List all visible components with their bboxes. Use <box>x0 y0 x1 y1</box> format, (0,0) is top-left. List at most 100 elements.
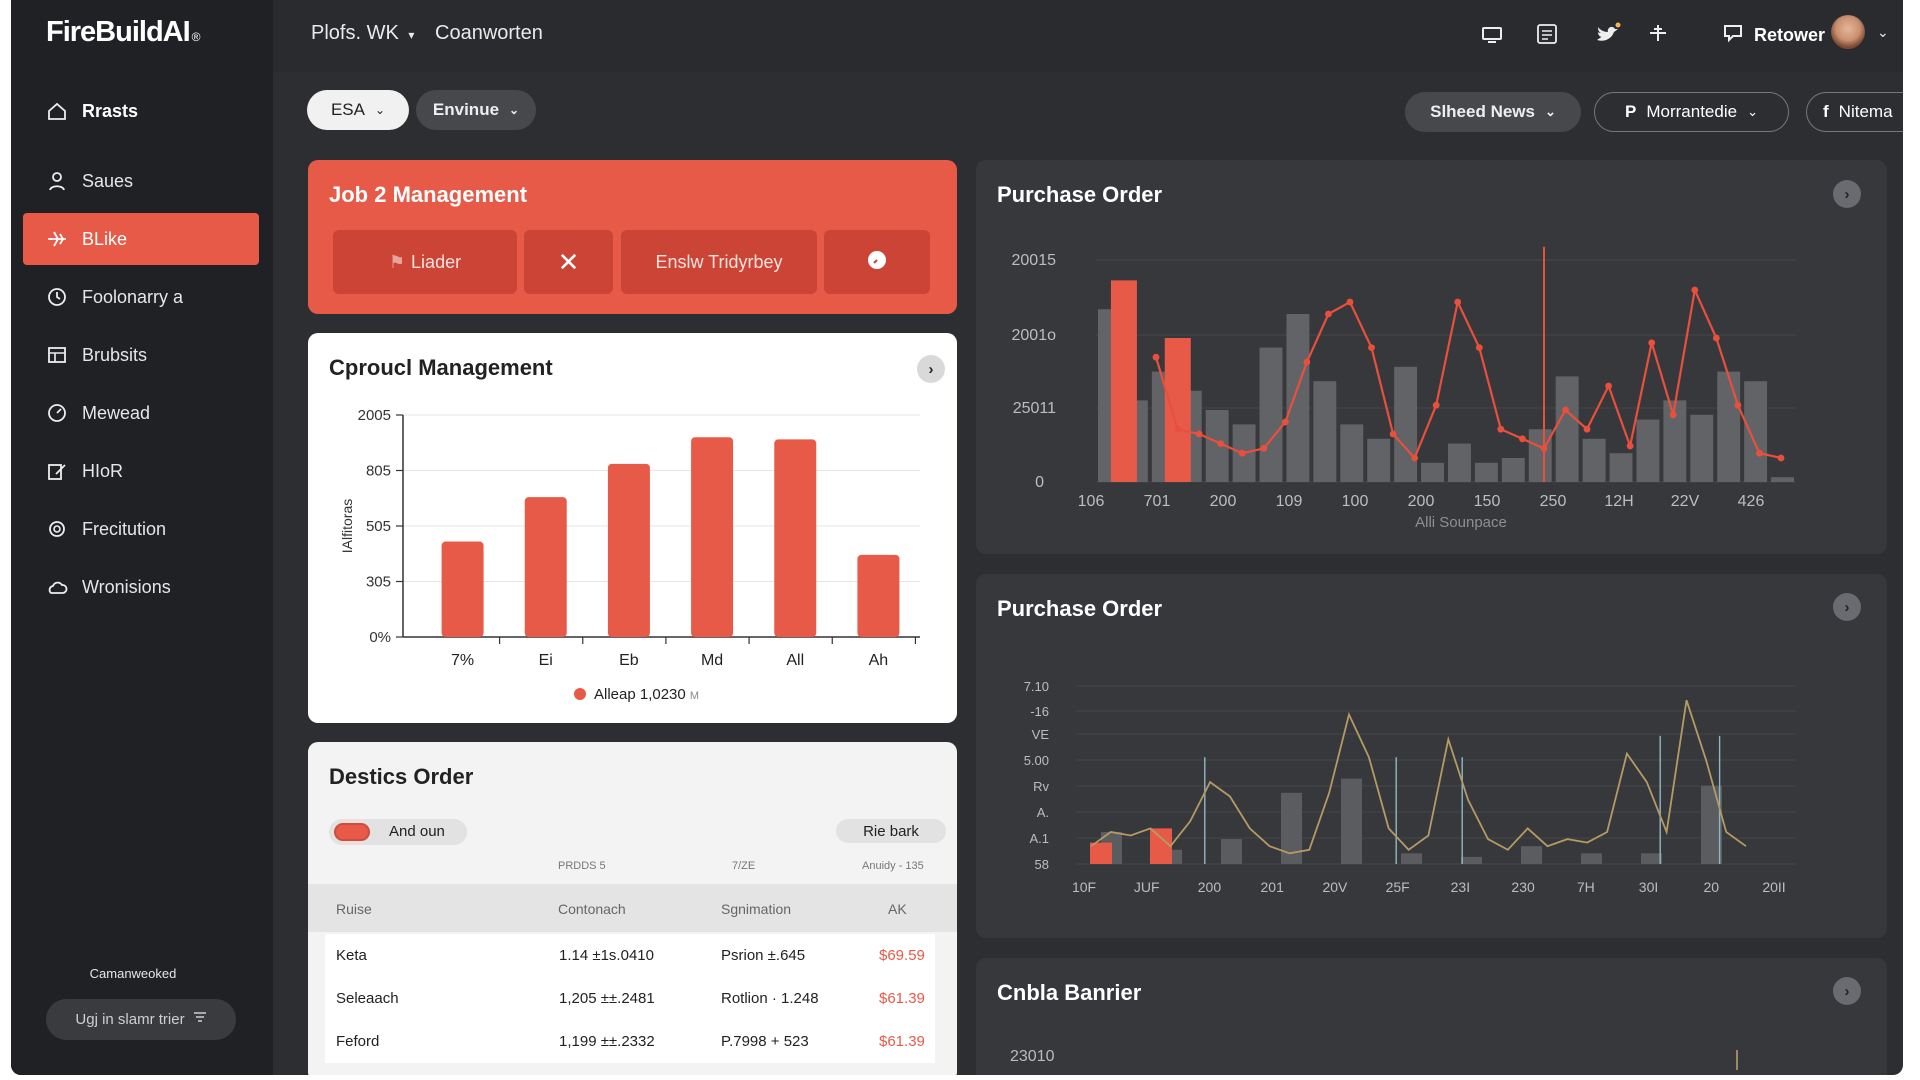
filter-envinue-dropdown[interactable]: Envinue ⌄ <box>416 90 536 130</box>
user-menu[interactable]: Retower <box>1722 22 1825 49</box>
sidebar-footer-button[interactable]: Ugj in slamr trier <box>46 999 236 1040</box>
sidebar-item-hior[interactable]: HIoR <box>23 445 259 497</box>
filter-esa-dropdown[interactable]: ESA ⌄ <box>307 90 409 130</box>
sidebar-item-mewead[interactable]: Mewead <box>23 387 259 439</box>
bar <box>1421 462 1444 482</box>
cell-name: Feford <box>336 1033 380 1050</box>
filter-envinue-label: Envinue <box>432 100 500 119</box>
document-icon[interactable] <box>1535 22 1559 52</box>
filter-esa-label: ESA <box>330 100 365 119</box>
line-point <box>1432 401 1440 409</box>
bar <box>1090 842 1112 864</box>
cloud-icon <box>46 576 68 598</box>
leader-button[interactable]: ⚑ Liader <box>333 230 517 294</box>
avatar[interactable] <box>1831 15 1865 49</box>
bar <box>1367 438 1391 482</box>
line-point <box>1562 406 1569 414</box>
bar <box>774 439 817 637</box>
sidebar-item-brubsits[interactable]: Brubsits <box>23 329 259 381</box>
x-tick-label: 200 <box>1408 493 1435 510</box>
bar <box>1313 381 1337 482</box>
sidebar-item-blike[interactable]: BLike <box>23 213 259 265</box>
bar <box>1286 314 1310 482</box>
purchase-order-card-2: Purchase Order › 58 A.1 A. Rv 5.00 VE -16 7.10 1… <box>976 574 1887 938</box>
bar <box>1461 856 1482 864</box>
sidebar-item-label: Saues <box>82 170 134 191</box>
plus-icon[interactable] <box>1647 22 1669 50</box>
user-icon <box>46 170 68 192</box>
cell-contract: 1,205 ±±.2481 <box>559 990 655 1007</box>
news-dropdown[interactable]: Slheed News ⌄ <box>1405 92 1581 132</box>
chevron-right-icon[interactable]: › <box>1833 977 1861 1005</box>
line-point <box>1389 430 1397 438</box>
social-dropdown[interactable]: f Nitema <box>1806 92 1903 132</box>
orders-toggle[interactable] <box>334 823 370 841</box>
sidebar-item-label: Foolonarry a <box>82 286 184 307</box>
sidebar: FireBuildAI ® Rrasts Saues BLike Foolonarry … <box>11 0 273 1075</box>
bird-icon[interactable] <box>1594 22 1622 52</box>
facebook-icon: f <box>1823 102 1829 121</box>
line-point <box>1734 401 1742 409</box>
line-point <box>1281 418 1289 426</box>
line-point <box>1303 358 1311 366</box>
timer-button[interactable] <box>824 230 930 294</box>
x-tick-label: 7H <box>1577 879 1595 895</box>
bar <box>1717 371 1741 482</box>
line-point <box>1217 440 1225 447</box>
line-point <box>1777 454 1785 462</box>
line-point <box>1756 449 1763 457</box>
sidebar-item-label: Frecitution <box>82 518 167 539</box>
column-subheader: Anuidy - 135 <box>862 860 924 872</box>
cell-designation: Psrion ±.645 <box>721 947 806 964</box>
line-point <box>1325 310 1332 318</box>
sidebar-item-wronisions[interactable]: Wronisions <box>23 561 259 613</box>
y-tick-label: 7.10 <box>1024 679 1049 694</box>
clock-icon <box>46 286 68 308</box>
app-window: FireBuildAI ® Rrasts Saues BLike Foolonarry … <box>11 0 1903 1075</box>
column-header-amount[interactable]: AK <box>888 901 907 917</box>
purchase-order-chart-1: 0 25011 2001o 20015 106 701 200 109 100 200 150 250… <box>1012 246 1796 531</box>
app-logo[interactable]: FireBuildAI ® <box>46 16 200 49</box>
orders-toggle-label: And oun <box>389 823 445 840</box>
monitor-icon[interactable] <box>1480 22 1504 52</box>
sidebar-item-frecitution[interactable]: Frecitution <box>23 503 259 555</box>
x-tick-label: 20 <box>1703 879 1719 895</box>
chevron-down-icon: ⌄ <box>1544 104 1556 119</box>
x-tick-label: 7% <box>451 652 474 669</box>
line-point <box>1475 344 1483 351</box>
line-point <box>1174 425 1181 433</box>
chevron-down-icon: ⌄ <box>1747 104 1758 119</box>
y-tick-label: A.1 <box>1029 831 1049 846</box>
x-tick-label: Ei <box>539 652 553 669</box>
sidebar-item-label: Rrasts <box>82 100 139 121</box>
job-card-title: Job 2 Management <box>329 182 528 207</box>
y-tick-label: 0 <box>1035 474 1044 491</box>
table-row[interactable]: Keta 1.14 ±1s.0410 Psrion ±.645 $69.59 <box>325 934 935 977</box>
column-header-designation[interactable]: Sgnimation <box>721 901 791 917</box>
bar <box>1582 438 1606 482</box>
breadcrumb-page[interactable]: Coanworten <box>435 22 543 45</box>
x-tick-label: 106 <box>1078 493 1105 510</box>
orders-action-button[interactable]: Rie bark <box>836 819 946 843</box>
column-header-contract[interactable]: Contonach <box>558 901 626 917</box>
x-tick-label: 701 <box>1144 493 1171 510</box>
table-row[interactable]: Feford 1,199 ±±.2332 P.7998 + 523 $61.39 <box>325 1020 935 1063</box>
column-header-name[interactable]: Ruise <box>336 901 372 917</box>
line-point <box>1626 442 1634 450</box>
sidebar-item-saues[interactable]: Saues <box>23 155 259 207</box>
sidebar-item-rrasts[interactable]: Rrasts <box>23 85 259 137</box>
breadcrumb-project[interactable]: Plofs. WK ▾ <box>311 22 414 45</box>
table-row[interactable]: Seleaach 1,205 ±±.2481 Rotlion · 1.248 $61.… <box>325 977 935 1020</box>
cell-contract: 1,199 ±±.2332 <box>559 1033 655 1050</box>
mode-dropdown[interactable]: P Morrantedie ⌄ <box>1594 92 1789 132</box>
line-point <box>1368 344 1375 351</box>
sidebar-item-foolonarry-a[interactable]: Foolonarry a <box>23 271 259 323</box>
legend-label: Alleap 1,0230 M <box>594 686 699 703</box>
y-tick-label: VE <box>1032 727 1050 742</box>
chevron-down-icon[interactable]: ⌄ <box>1877 24 1889 41</box>
bar <box>1164 338 1191 482</box>
line-point <box>1691 286 1699 294</box>
sidebar-item-label: HIoR <box>82 460 124 481</box>
close-button[interactable]: ✕ <box>524 230 613 294</box>
schedule-button[interactable]: Enslw Tridyrbey <box>621 230 817 294</box>
